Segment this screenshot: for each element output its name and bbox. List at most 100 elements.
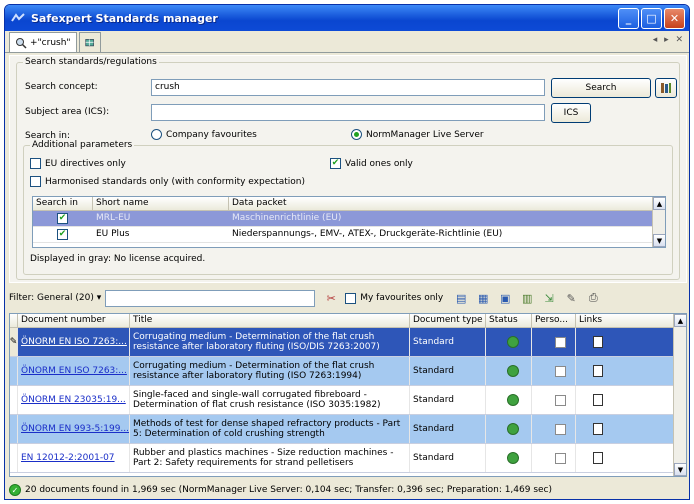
document-type: Standard [410,415,486,443]
radio-normmanager[interactable]: NormManager Live Server [351,129,484,140]
document-number-link[interactable]: ÖNORM EN 23035:19... [21,395,126,405]
checkbox-box [30,158,41,169]
col-links[interactable]: Links [576,314,674,327]
table-icon[interactable]: ▥ [519,290,535,306]
edit-row-icon: ✎ [10,328,18,356]
col-personal[interactable]: Perso... [532,314,576,327]
table-row[interactable]: ÖNORM EN 993-5:199... Methods of test fo… [10,415,686,444]
app-logo-icon [11,13,25,22]
radio-company-favourites[interactable]: Company favourites [151,129,257,140]
search-concept-input[interactable]: crush [151,79,545,96]
document-link-icon[interactable] [593,423,603,435]
harmonised-checkbox[interactable]: Harmonised standards only (with conformi… [30,176,305,187]
ics-button[interactable]: ICS [551,103,591,123]
tab-search-crush[interactable]: +"crush" [9,32,77,52]
scroll-up-icon[interactable]: ▲ [674,314,686,327]
table-row[interactable]: ÖNORM EN 23035:19... Single-faced and si… [10,386,686,415]
print-icon[interactable]: ⎙ [585,290,601,306]
maximize-button[interactable]: □ [641,7,662,29]
col-short-name[interactable]: Short name [93,197,229,210]
success-icon: ✓ [9,484,21,496]
subject-area-input[interactable] [151,104,545,121]
grid-scrollbar[interactable]: ▲ ▼ [652,197,665,247]
minimize-button[interactable]: _ [618,7,639,29]
results-grid: Document number Title Document type Stat… [9,313,687,477]
row-data-packet: Niederspannungs-, EMV-, ATEX-, Druckgerä… [232,229,503,239]
columns-icon[interactable]: ▤ [453,290,469,306]
document-number-link[interactable]: ÖNORM EN 993-5:199... [21,424,129,434]
edit-icon[interactable]: ✎ [563,290,579,306]
row-indicator [10,357,18,385]
status-text: 20 documents found in 1,969 sec (NormMan… [25,485,553,495]
search-group: Search standards/regulations Search conc… [16,57,680,280]
row-short-name: MRL-EU [96,213,131,223]
export-icon[interactable]: ⇲ [541,290,557,306]
results-header: Document number Title Document type Stat… [10,314,686,328]
results-toolbar: Filter: General (20) ▾ ✂ My favourites o… [9,287,687,309]
table-row[interactable]: ✔ EU Plus Niederspannungs-, EMV-, ATEX-,… [33,227,665,243]
library-button[interactable] [655,78,677,98]
status-valid-icon [507,336,519,348]
status-bar: ✓ 20 documents found in 1,969 sec (NormM… [9,481,687,499]
checkbox-checked: ✔ [330,158,341,169]
tab-label: +"crush" [30,37,71,48]
results-scrollbar[interactable]: ▲ ▼ [673,314,686,476]
filter-input[interactable] [105,289,316,307]
col-document-type[interactable]: Document type [410,314,486,327]
col-title[interactable]: Title [130,314,410,327]
personal-checkbox[interactable] [555,452,566,464]
table-row[interactable]: ✎ ÖNORM EN ISO 7263:... Corrugating medi… [10,328,686,357]
document-title: Corrugating medium - Determination of th… [130,328,410,356]
document-number-link[interactable]: EN 12012-2:2001-07 [21,453,115,463]
table-row[interactable]: EN 12012-2:2001-07 Rubber and plastics m… [10,444,686,473]
status-valid-icon [507,423,519,435]
valid-only-label: Valid ones only [345,158,413,169]
personal-checkbox[interactable] [555,423,566,435]
personal-checkbox[interactable] [555,394,566,406]
search-group-label: Search standards/regulations [23,57,159,67]
valid-only-checkbox[interactable]: ✔ Valid ones only [330,158,413,169]
document-link-icon[interactable] [593,336,603,348]
personal-checkbox[interactable] [555,336,566,348]
search-button[interactable]: Search [551,78,651,98]
document-number-link[interactable]: ÖNORM EN ISO 7263:... [21,366,127,376]
document-type: Standard [410,328,486,356]
row-checkbox[interactable]: ✔ [57,213,68,224]
scroll-down-icon[interactable]: ▼ [653,234,665,247]
row-indicator [10,415,18,443]
table-row[interactable]: ÖNORM EN ISO 7263:... Corrugating medium… [10,357,686,386]
app-window: Safexpert Standards manager _ □ ✕ +"crus… [4,4,690,500]
tab-new[interactable] [78,32,101,52]
document-number-link[interactable]: ÖNORM EN ISO 7263:... [21,337,127,347]
save-icon[interactable]: ▣ [497,290,513,306]
title-bar[interactable]: Safexpert Standards manager _ □ ✕ [5,5,689,31]
col-data-packet[interactable]: Data packet [229,197,653,210]
scroll-down-icon[interactable]: ▼ [674,463,686,476]
document-link-icon[interactable] [593,394,603,406]
list-icon[interactable]: ▦ [475,290,491,306]
favourites-only-checkbox[interactable] [345,292,357,304]
radio-company-label: Company favourites [166,129,257,140]
license-note: Displayed in gray: No license acquired. [30,254,206,264]
document-link-icon[interactable] [593,452,603,464]
radio-indicator [151,129,162,140]
col-search-in[interactable]: Search in [33,197,93,210]
col-document-number[interactable]: Document number [18,314,130,327]
search-icon [16,37,27,49]
col-status[interactable]: Status [486,314,532,327]
document-link-icon[interactable] [593,365,603,377]
document-type: Standard [410,386,486,414]
row-checkbox[interactable]: ✔ [57,229,68,240]
clear-filter-icon[interactable]: ✂ [323,290,339,306]
row-data-packet: Maschinenrichtlinie (EU) [232,213,342,223]
filter-label: Filter: General (20) [9,293,94,303]
row-indicator [10,444,18,472]
personal-checkbox[interactable] [555,365,566,377]
row-indicator [10,386,18,414]
eu-directives-checkbox[interactable]: EU directives only [30,158,126,169]
tab-navigation[interactable]: ◂ ▸ ✕ [653,35,685,45]
close-button[interactable]: ✕ [664,7,685,29]
table-row[interactable]: ✔ MRL-EU Maschinenrichtlinie (EU) [33,211,665,227]
scroll-up-icon[interactable]: ▲ [653,197,665,210]
filter-dropdown[interactable]: Filter: General (20) ▾ [9,293,101,303]
